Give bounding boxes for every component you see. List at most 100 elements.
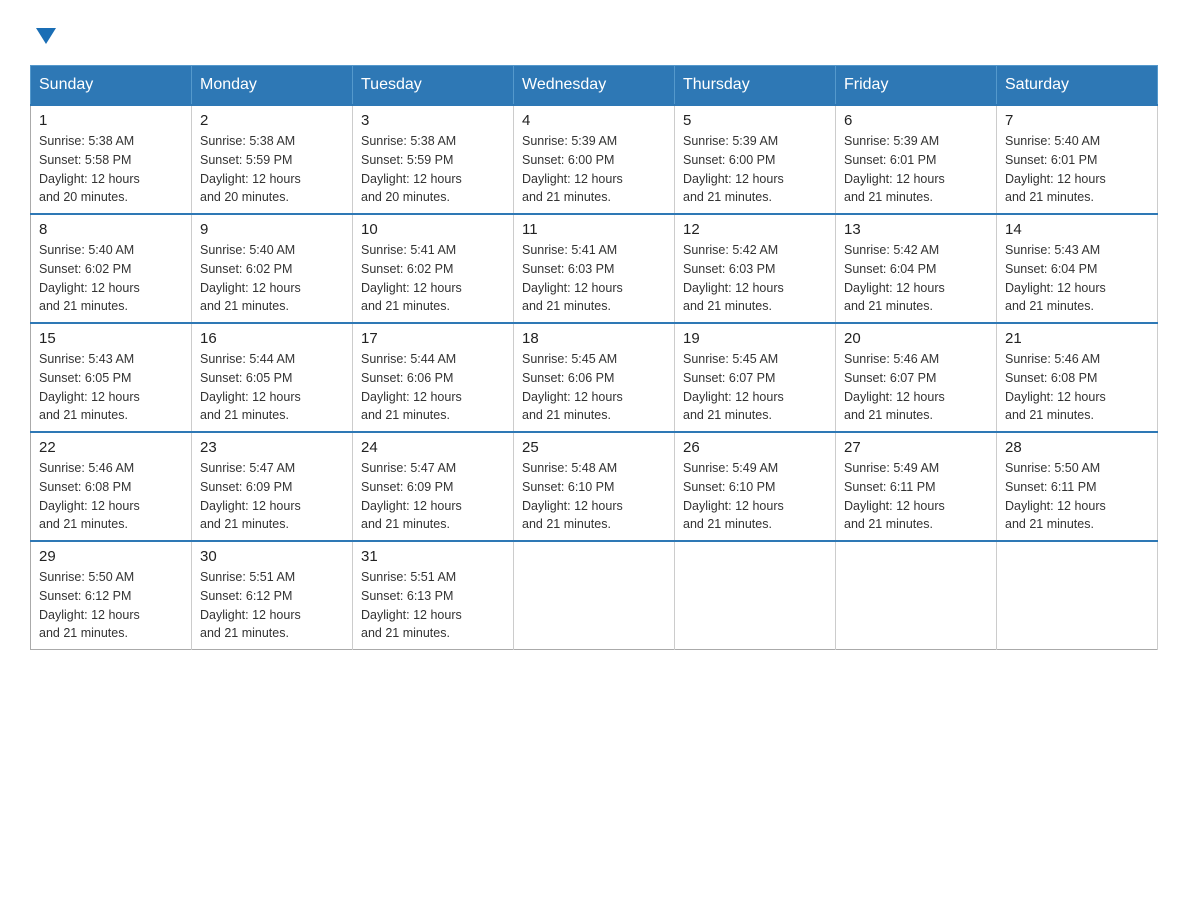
day-info: Sunrise: 5:51 AMSunset: 6:12 PMDaylight:… bbox=[200, 570, 301, 640]
week-row-1: 1 Sunrise: 5:38 AMSunset: 5:58 PMDayligh… bbox=[31, 105, 1158, 214]
day-number: 25 bbox=[522, 439, 666, 456]
day-number: 17 bbox=[361, 330, 505, 347]
day-info: Sunrise: 5:45 AMSunset: 6:07 PMDaylight:… bbox=[683, 352, 784, 422]
day-number: 13 bbox=[844, 221, 988, 238]
calendar-cell bbox=[836, 541, 997, 650]
calendar-table: SundayMondayTuesdayWednesdayThursdayFrid… bbox=[30, 65, 1158, 650]
day-info: Sunrise: 5:48 AMSunset: 6:10 PMDaylight:… bbox=[522, 461, 623, 531]
calendar-cell: 19 Sunrise: 5:45 AMSunset: 6:07 PMDaylig… bbox=[675, 323, 836, 432]
calendar-cell: 5 Sunrise: 5:39 AMSunset: 6:00 PMDayligh… bbox=[675, 105, 836, 214]
day-number: 9 bbox=[200, 221, 344, 238]
day-info: Sunrise: 5:43 AMSunset: 6:05 PMDaylight:… bbox=[39, 352, 140, 422]
weekday-header-tuesday: Tuesday bbox=[353, 66, 514, 106]
day-number: 21 bbox=[1005, 330, 1149, 347]
day-info: Sunrise: 5:44 AMSunset: 6:06 PMDaylight:… bbox=[361, 352, 462, 422]
day-info: Sunrise: 5:42 AMSunset: 6:03 PMDaylight:… bbox=[683, 243, 784, 313]
day-number: 28 bbox=[1005, 439, 1149, 456]
calendar-cell: 18 Sunrise: 5:45 AMSunset: 6:06 PMDaylig… bbox=[514, 323, 675, 432]
calendar-cell: 11 Sunrise: 5:41 AMSunset: 6:03 PMDaylig… bbox=[514, 214, 675, 323]
day-info: Sunrise: 5:49 AMSunset: 6:11 PMDaylight:… bbox=[844, 461, 945, 531]
day-number: 2 bbox=[200, 112, 344, 129]
calendar-cell bbox=[514, 541, 675, 650]
day-info: Sunrise: 5:39 AMSunset: 6:00 PMDaylight:… bbox=[522, 134, 623, 204]
week-row-2: 8 Sunrise: 5:40 AMSunset: 6:02 PMDayligh… bbox=[31, 214, 1158, 323]
calendar-cell: 4 Sunrise: 5:39 AMSunset: 6:00 PMDayligh… bbox=[514, 105, 675, 214]
day-info: Sunrise: 5:40 AMSunset: 6:02 PMDaylight:… bbox=[200, 243, 301, 313]
day-number: 24 bbox=[361, 439, 505, 456]
day-number: 29 bbox=[39, 548, 183, 565]
day-number: 4 bbox=[522, 112, 666, 129]
day-number: 14 bbox=[1005, 221, 1149, 238]
day-info: Sunrise: 5:50 AMSunset: 6:11 PMDaylight:… bbox=[1005, 461, 1106, 531]
day-info: Sunrise: 5:38 AMSunset: 5:58 PMDaylight:… bbox=[39, 134, 140, 204]
day-number: 19 bbox=[683, 330, 827, 347]
calendar-cell: 14 Sunrise: 5:43 AMSunset: 6:04 PMDaylig… bbox=[997, 214, 1158, 323]
day-number: 10 bbox=[361, 221, 505, 238]
day-info: Sunrise: 5:40 AMSunset: 6:01 PMDaylight:… bbox=[1005, 134, 1106, 204]
logo bbox=[30, 20, 60, 47]
weekday-header-friday: Friday bbox=[836, 66, 997, 106]
weekday-header-saturday: Saturday bbox=[997, 66, 1158, 106]
day-info: Sunrise: 5:42 AMSunset: 6:04 PMDaylight:… bbox=[844, 243, 945, 313]
logo-arrow-icon bbox=[32, 22, 60, 55]
weekday-header-wednesday: Wednesday bbox=[514, 66, 675, 106]
calendar-cell: 9 Sunrise: 5:40 AMSunset: 6:02 PMDayligh… bbox=[192, 214, 353, 323]
week-row-4: 22 Sunrise: 5:46 AMSunset: 6:08 PMDaylig… bbox=[31, 432, 1158, 541]
day-info: Sunrise: 5:46 AMSunset: 6:08 PMDaylight:… bbox=[39, 461, 140, 531]
calendar-cell: 26 Sunrise: 5:49 AMSunset: 6:10 PMDaylig… bbox=[675, 432, 836, 541]
day-info: Sunrise: 5:46 AMSunset: 6:07 PMDaylight:… bbox=[844, 352, 945, 422]
calendar-cell: 31 Sunrise: 5:51 AMSunset: 6:13 PMDaylig… bbox=[353, 541, 514, 650]
weekday-header-monday: Monday bbox=[192, 66, 353, 106]
calendar-cell: 22 Sunrise: 5:46 AMSunset: 6:08 PMDaylig… bbox=[31, 432, 192, 541]
day-info: Sunrise: 5:44 AMSunset: 6:05 PMDaylight:… bbox=[200, 352, 301, 422]
day-number: 5 bbox=[683, 112, 827, 129]
day-number: 27 bbox=[844, 439, 988, 456]
weekday-header-row: SundayMondayTuesdayWednesdayThursdayFrid… bbox=[31, 66, 1158, 106]
day-info: Sunrise: 5:47 AMSunset: 6:09 PMDaylight:… bbox=[361, 461, 462, 531]
week-row-3: 15 Sunrise: 5:43 AMSunset: 6:05 PMDaylig… bbox=[31, 323, 1158, 432]
weekday-header-thursday: Thursday bbox=[675, 66, 836, 106]
day-info: Sunrise: 5:41 AMSunset: 6:02 PMDaylight:… bbox=[361, 243, 462, 313]
day-info: Sunrise: 5:49 AMSunset: 6:10 PMDaylight:… bbox=[683, 461, 784, 531]
weekday-header-sunday: Sunday bbox=[31, 66, 192, 106]
day-number: 18 bbox=[522, 330, 666, 347]
day-number: 11 bbox=[522, 221, 666, 238]
calendar-cell: 15 Sunrise: 5:43 AMSunset: 6:05 PMDaylig… bbox=[31, 323, 192, 432]
calendar-cell: 16 Sunrise: 5:44 AMSunset: 6:05 PMDaylig… bbox=[192, 323, 353, 432]
calendar-cell: 12 Sunrise: 5:42 AMSunset: 6:03 PMDaylig… bbox=[675, 214, 836, 323]
day-info: Sunrise: 5:39 AMSunset: 6:00 PMDaylight:… bbox=[683, 134, 784, 204]
calendar-cell: 6 Sunrise: 5:39 AMSunset: 6:01 PMDayligh… bbox=[836, 105, 997, 214]
calendar-cell: 10 Sunrise: 5:41 AMSunset: 6:02 PMDaylig… bbox=[353, 214, 514, 323]
day-number: 12 bbox=[683, 221, 827, 238]
day-number: 1 bbox=[39, 112, 183, 129]
calendar-cell bbox=[675, 541, 836, 650]
calendar-cell: 13 Sunrise: 5:42 AMSunset: 6:04 PMDaylig… bbox=[836, 214, 997, 323]
day-info: Sunrise: 5:45 AMSunset: 6:06 PMDaylight:… bbox=[522, 352, 623, 422]
day-number: 30 bbox=[200, 548, 344, 565]
day-info: Sunrise: 5:41 AMSunset: 6:03 PMDaylight:… bbox=[522, 243, 623, 313]
calendar-cell: 2 Sunrise: 5:38 AMSunset: 5:59 PMDayligh… bbox=[192, 105, 353, 214]
day-info: Sunrise: 5:38 AMSunset: 5:59 PMDaylight:… bbox=[361, 134, 462, 204]
day-info: Sunrise: 5:47 AMSunset: 6:09 PMDaylight:… bbox=[200, 461, 301, 531]
calendar-cell bbox=[997, 541, 1158, 650]
calendar-cell: 30 Sunrise: 5:51 AMSunset: 6:12 PMDaylig… bbox=[192, 541, 353, 650]
day-info: Sunrise: 5:38 AMSunset: 5:59 PMDaylight:… bbox=[200, 134, 301, 204]
day-info: Sunrise: 5:39 AMSunset: 6:01 PMDaylight:… bbox=[844, 134, 945, 204]
page-header bbox=[30, 20, 1158, 47]
calendar-cell: 21 Sunrise: 5:46 AMSunset: 6:08 PMDaylig… bbox=[997, 323, 1158, 432]
day-number: 7 bbox=[1005, 112, 1149, 129]
day-number: 31 bbox=[361, 548, 505, 565]
calendar-cell: 25 Sunrise: 5:48 AMSunset: 6:10 PMDaylig… bbox=[514, 432, 675, 541]
calendar-cell: 23 Sunrise: 5:47 AMSunset: 6:09 PMDaylig… bbox=[192, 432, 353, 541]
calendar-cell: 7 Sunrise: 5:40 AMSunset: 6:01 PMDayligh… bbox=[997, 105, 1158, 214]
day-number: 8 bbox=[39, 221, 183, 238]
calendar-cell: 27 Sunrise: 5:49 AMSunset: 6:11 PMDaylig… bbox=[836, 432, 997, 541]
day-number: 15 bbox=[39, 330, 183, 347]
day-info: Sunrise: 5:46 AMSunset: 6:08 PMDaylight:… bbox=[1005, 352, 1106, 422]
day-number: 3 bbox=[361, 112, 505, 129]
day-number: 16 bbox=[200, 330, 344, 347]
calendar-cell: 24 Sunrise: 5:47 AMSunset: 6:09 PMDaylig… bbox=[353, 432, 514, 541]
day-number: 22 bbox=[39, 439, 183, 456]
day-info: Sunrise: 5:40 AMSunset: 6:02 PMDaylight:… bbox=[39, 243, 140, 313]
calendar-cell: 3 Sunrise: 5:38 AMSunset: 5:59 PMDayligh… bbox=[353, 105, 514, 214]
